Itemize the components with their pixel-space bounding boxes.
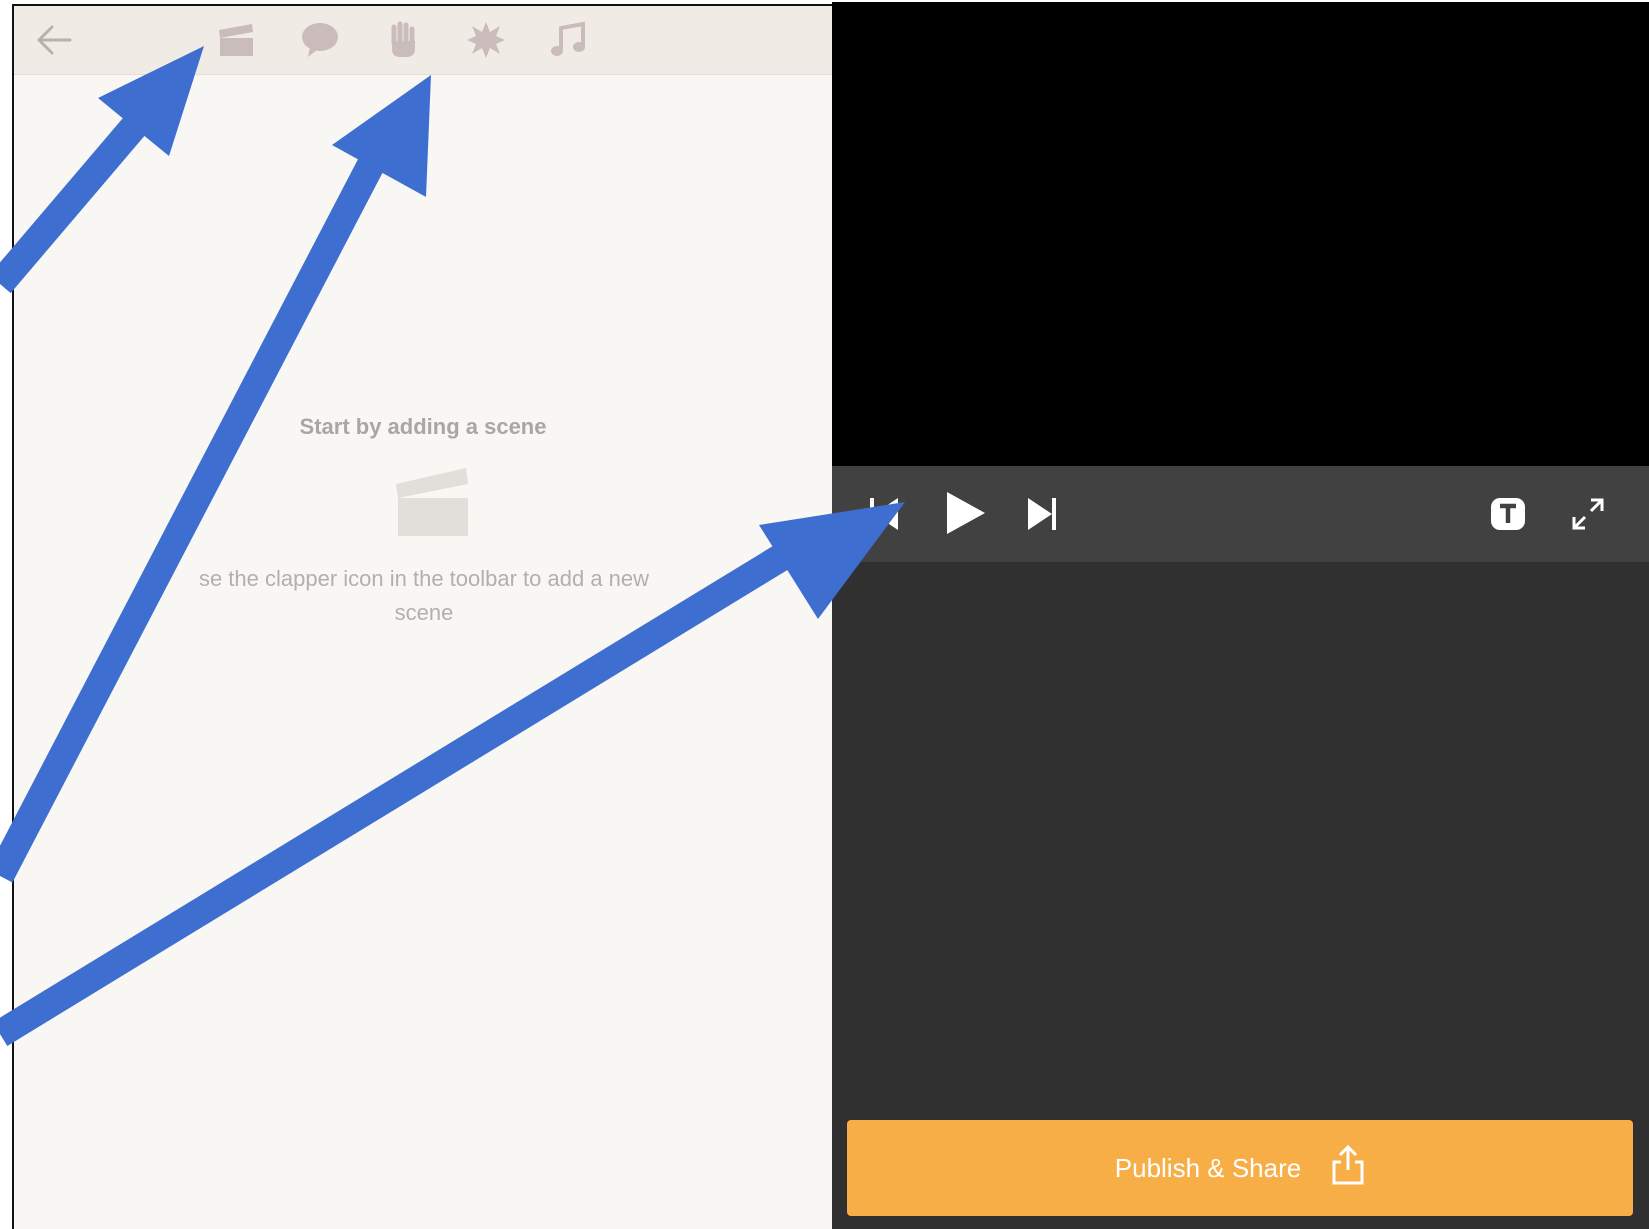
publish-share-label: Publish & Share bbox=[1114, 1152, 1302, 1183]
hand-icon[interactable] bbox=[382, 18, 426, 62]
play-icon[interactable] bbox=[940, 488, 990, 538]
editor-toolbar bbox=[14, 6, 832, 75]
speech-bubble-icon[interactable] bbox=[298, 18, 342, 62]
text-toggle-icon[interactable] bbox=[1488, 494, 1528, 534]
fullscreen-icon[interactable] bbox=[1568, 494, 1608, 534]
skip-forward-icon[interactable] bbox=[1020, 492, 1064, 536]
empty-state-description: se the clapper icon in the toolbar to ad… bbox=[198, 566, 650, 625]
player-controls bbox=[832, 466, 1649, 562]
back-arrow-icon[interactable] bbox=[32, 18, 76, 62]
clapper-icon[interactable] bbox=[214, 18, 258, 62]
preview-panel: Publish & Share bbox=[832, 2, 1649, 1229]
publish-share-button[interactable]: Publish & Share bbox=[847, 1120, 1633, 1216]
share-icon bbox=[1331, 1144, 1365, 1193]
clapper-icon bbox=[390, 462, 474, 538]
starburst-icon[interactable] bbox=[464, 18, 508, 62]
empty-state-title: Start by adding a scene bbox=[299, 414, 547, 439]
story-editor-panel: Start by adding a scene se the clapper i… bbox=[14, 6, 832, 1229]
music-note-icon[interactable] bbox=[546, 18, 590, 62]
preview-lower-area: Publish & Share bbox=[832, 562, 1649, 1229]
video-preview[interactable] bbox=[832, 2, 1649, 466]
skip-back-icon[interactable] bbox=[862, 492, 906, 536]
